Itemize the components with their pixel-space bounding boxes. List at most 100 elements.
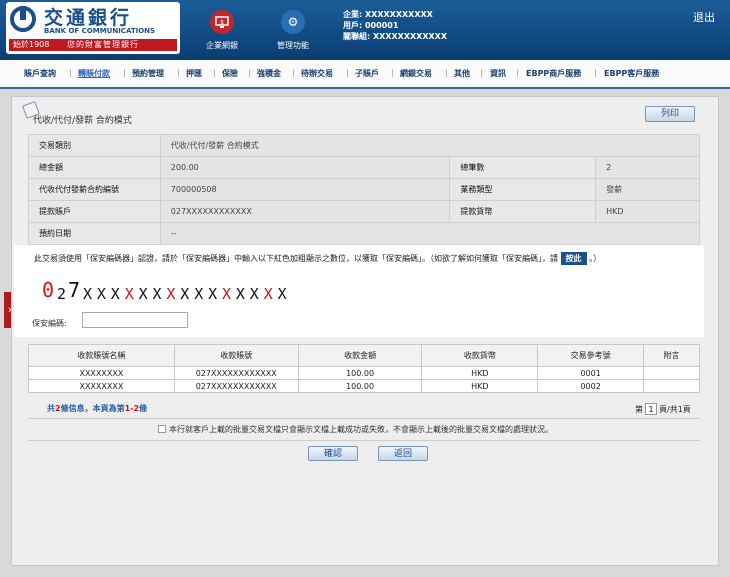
code-char: X bbox=[180, 285, 190, 303]
column-header: 收款貨幣 bbox=[421, 344, 539, 367]
menu-item-insurance[interactable]: 保險 bbox=[222, 68, 238, 79]
logo-english-name: BANK OF COMMUNICATIONS bbox=[44, 27, 156, 35]
code-char: X bbox=[152, 285, 162, 303]
menu-separator: | bbox=[480, 68, 483, 77]
code-char: X bbox=[96, 285, 106, 303]
nav-management[interactable]: ⚙ 管理功能 bbox=[261, 6, 325, 51]
nav-management-label: 管理功能 bbox=[277, 41, 309, 50]
record-count-text: 共 bbox=[47, 404, 55, 413]
security-password-label: 保安編碼: bbox=[32, 319, 67, 328]
table-cell bbox=[643, 366, 700, 380]
menu-separator: | bbox=[346, 68, 349, 77]
security-challenge-code: 027XXXXXXXXXXXXXXX bbox=[36, 271, 323, 309]
menu-item-account-inquiry[interactable]: 賬戶查詢 bbox=[24, 68, 56, 79]
menu-separator: | bbox=[516, 68, 519, 77]
confirm-button[interactable]: 確認 bbox=[308, 446, 358, 461]
code-char: X bbox=[235, 285, 245, 303]
security-password-input[interactable] bbox=[82, 312, 188, 328]
security-code-box: 此交易須使用「保安編碼器」認證，請於「保安編碼器」中輸入以下紅色加粗顯示之數位，… bbox=[14, 245, 704, 337]
table-row: XXXXXXXX 027XXXXXXXXXXXX 100.00 HKD 0002 bbox=[28, 379, 700, 393]
code-char: 0 bbox=[42, 278, 55, 302]
record-count: 共2條信息，本頁為第1-2條 bbox=[47, 403, 147, 414]
menu-item-ebank-trade[interactable]: 網銀交易 bbox=[400, 68, 432, 79]
menu-separator: | bbox=[69, 68, 72, 77]
info-value: 發薪 bbox=[595, 178, 700, 201]
account-user: 用戶: 000001 bbox=[343, 21, 399, 30]
page-total: 頁/共1頁 bbox=[659, 405, 691, 414]
info-label: 總金額 bbox=[28, 156, 161, 179]
menu-separator: | bbox=[391, 68, 394, 77]
code-char: X bbox=[83, 285, 93, 303]
table-cell: 027XXXXXXXXXXXX bbox=[173, 366, 299, 380]
menu-item-sub-account[interactable]: 子賬戶 bbox=[355, 68, 379, 79]
logo-chinese-name: 交通銀行 bbox=[44, 7, 133, 29]
menu-item-mpf[interactable]: 強積金 bbox=[257, 68, 281, 79]
menu-item-ebpp-customer[interactable]: EBPP客戶服務 bbox=[604, 68, 659, 79]
menu-item-pending[interactable]: 待辦交易 bbox=[301, 68, 333, 79]
info-row: 總金額 200.00 總筆數 2 bbox=[28, 156, 700, 179]
divider bbox=[28, 418, 700, 419]
column-header: 收款賬號名稱 bbox=[28, 344, 175, 367]
page-label: 第 bbox=[635, 405, 643, 414]
transaction-info-table: 交易類別 代收/代付/發薪 合約模式 總金額 200.00 總筆數 2 代收代付… bbox=[28, 134, 701, 245]
disclaimer-checkbox[interactable] bbox=[158, 425, 166, 433]
code-char: X bbox=[208, 285, 218, 303]
logout-link[interactable]: 退出 bbox=[693, 9, 715, 25]
info-label: 業務類型 bbox=[449, 178, 597, 201]
click-here-button[interactable]: 按此 bbox=[560, 252, 587, 265]
code-char: X bbox=[222, 285, 232, 303]
menu-item-bills[interactable]: 押匯 bbox=[186, 68, 202, 79]
info-value: HKD bbox=[595, 200, 700, 223]
back-button[interactable]: 返回 bbox=[378, 446, 428, 461]
menu-separator: | bbox=[177, 68, 180, 77]
record-count-text: 條信息，本頁為第 bbox=[60, 404, 125, 413]
info-row: 交易類別 代收/代付/發薪 合約模式 bbox=[28, 134, 701, 157]
nav-corporate-banking-label: 企業網銀 bbox=[206, 41, 238, 50]
info-label: 提款賬戶 bbox=[28, 200, 161, 223]
menu-separator: | bbox=[213, 68, 216, 77]
menu-underline bbox=[0, 87, 730, 89]
print-button[interactable]: 列印 bbox=[645, 106, 695, 122]
bank-logo-icon bbox=[10, 6, 36, 32]
info-row: 代收代付發薪合約編號 700000508 業務類型 發薪 bbox=[28, 178, 700, 201]
table-cell bbox=[643, 379, 700, 393]
menu-item-others[interactable]: 其他 bbox=[454, 68, 470, 79]
account-group: 關聯組: XXXXXXXXXXXX bbox=[343, 32, 447, 41]
nav-corporate-banking[interactable]: $ 企業網銀 bbox=[190, 6, 254, 51]
table-cell: XXXXXXXX bbox=[28, 366, 175, 380]
bank-logo[interactable]: 交通銀行 BANK OF COMMUNICATIONS 始於1908 您的財富管… bbox=[6, 2, 180, 54]
menu-item-ebpp-merchant[interactable]: EBPP商戶服務 bbox=[526, 68, 581, 79]
column-header: 收款金額 bbox=[297, 344, 423, 367]
page-number-input[interactable]: 1 bbox=[645, 403, 657, 415]
code-char: 7 bbox=[68, 278, 81, 302]
table-cell: 0001 bbox=[537, 366, 645, 380]
table-cell: 0002 bbox=[537, 379, 645, 393]
menu-separator: | bbox=[123, 68, 126, 77]
info-value: 2 bbox=[595, 156, 700, 179]
menu-item-transfer-payment[interactable]: 轉賬付款 bbox=[78, 68, 110, 79]
main-menu: 賬戶查詢 | 轉賬付款 | 預約管理 | 押匯 | 保險 | 強積金 | 待辦交… bbox=[0, 60, 730, 89]
menu-item-info[interactable]: 資訊 bbox=[490, 68, 506, 79]
table-cell: 100.00 bbox=[297, 379, 423, 393]
table-cell: HKD bbox=[421, 379, 539, 393]
page-indicator: 第 1 頁/共1頁 bbox=[635, 403, 691, 415]
code-char: 2 bbox=[57, 285, 67, 303]
code-char: X bbox=[110, 285, 120, 303]
info-value: 700000508 bbox=[159, 178, 451, 201]
record-count-text: 條 bbox=[139, 404, 148, 413]
menu-separator: | bbox=[248, 68, 251, 77]
info-label: 交易類別 bbox=[28, 134, 161, 157]
code-char: X bbox=[249, 285, 259, 303]
table-cell: 100.00 bbox=[297, 366, 423, 380]
info-label: 預約日期 bbox=[28, 222, 161, 245]
logo-since: 始於1908 bbox=[13, 40, 50, 49]
gear-icon: ⚙ bbox=[281, 10, 305, 34]
disclaimer-text: 本行就客戶上載的批量交易文檔只會顯示文檔上載成功或失敗，不會顯示上載後的批量交易… bbox=[169, 425, 553, 434]
info-value: 代收/代付/發薪 合約模式 bbox=[159, 134, 701, 157]
column-header: 交易參考號 bbox=[537, 344, 645, 367]
column-header: 收款賬號 bbox=[173, 344, 299, 367]
menu-item-scheduled[interactable]: 預約管理 bbox=[132, 68, 164, 79]
info-label: 提款貨幣 bbox=[449, 200, 597, 223]
logo-slogan: 您的財富管理銀行 bbox=[67, 40, 139, 49]
info-label: 代收代付發薪合約編號 bbox=[28, 178, 161, 201]
